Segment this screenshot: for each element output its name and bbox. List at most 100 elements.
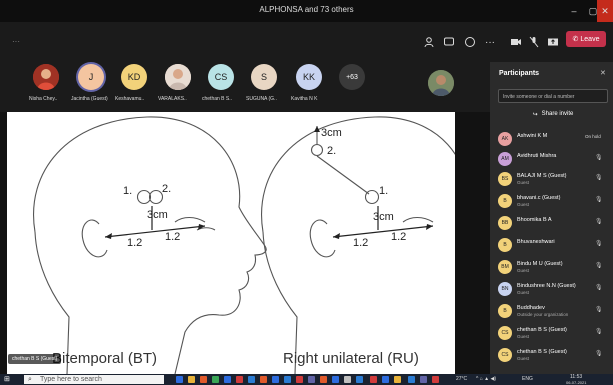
title-bar: ALPHONSA and 73 others – ▢ ✕ <box>0 0 613 22</box>
participant-avatar-photo[interactable] <box>33 64 59 90</box>
close-icon[interactable]: ✕ <box>600 69 606 77</box>
taskbar-app-icon[interactable] <box>284 376 291 383</box>
participant-avatar: BB <box>498 216 512 230</box>
participant-avatar[interactable]: CS <box>208 64 234 90</box>
participant-avatar: BS <box>498 172 512 186</box>
taskbar-app-icon[interactable] <box>420 376 427 383</box>
participant-avatar: CS <box>498 348 512 362</box>
participant-row[interactable]: B Bhuvaneshwari 🎙 <box>490 234 613 256</box>
participant-row[interactable]: AM Avidhruti Mishra 🎙 <box>490 148 613 170</box>
participant-avatar: B <box>498 238 512 252</box>
share-screen-icon[interactable] <box>545 35 561 49</box>
taskbar-app-icon[interactable] <box>344 376 351 383</box>
participant-row[interactable]: B bhavani.c (Guest) Guest 🎙 <box>490 190 613 212</box>
mic-muted-icon: 🎙 <box>595 219 603 225</box>
mic-muted-icon[interactable] <box>526 35 542 49</box>
participant-row[interactable]: AK Ashwini K M On hold <box>490 128 613 150</box>
participant-row[interactable]: BB Bhoomika B A 🎙 <box>490 212 613 234</box>
mic-muted-icon: 🎙 <box>595 175 603 181</box>
camera-icon[interactable] <box>508 35 524 49</box>
taskbar-app-icon[interactable] <box>432 376 439 383</box>
language-indicator[interactable]: ENG <box>522 376 533 382</box>
head-diagrams: 1. 2. 3cm 1.2 1.2 3cm 2. 1. 3cm 1.2 1.2 <box>33 116 455 374</box>
participant-row[interactable]: CS chethan B S (Guest) Guest 🎙 <box>490 322 613 344</box>
participants-icon[interactable] <box>421 35 437 49</box>
taskbar-app-icon[interactable] <box>272 376 279 383</box>
participant-row[interactable]: BM Bindu M U (Guest) Guest 🎙 <box>490 256 613 278</box>
participant-name: chethan B S.. <box>202 96 233 102</box>
taskbar-app-icon[interactable] <box>332 376 339 383</box>
participant-avatar-photo[interactable] <box>165 64 191 90</box>
taskbar-search-input[interactable]: ⌕ Type here to search <box>24 375 164 384</box>
mic-muted-icon: 🎙 <box>595 307 603 313</box>
taskbar-app-icon[interactable] <box>200 376 207 383</box>
participant-row[interactable]: CS chethan B S (Guest) Guest 🎙 <box>490 344 613 366</box>
right-label-top-dist: 3cm <box>321 127 342 139</box>
participant-avatar: AK <box>498 132 512 146</box>
invite-input[interactable]: Invite someone or dial a number <box>498 89 608 103</box>
clock-date[interactable]: 06-07-2021 <box>566 380 586 385</box>
participant-row[interactable]: BN Bindushree N.N (Guest) Guest 🎙 <box>490 278 613 300</box>
share-invite-label: Share invite <box>541 111 574 117</box>
caption-right-unilateral: Right unilateral (RU) <box>283 350 419 367</box>
participant-row[interactable]: B Buddhadev Outside your organization 🎙 <box>490 300 613 322</box>
taskbar-app-icon[interactable] <box>394 376 401 383</box>
presenter-name-badge: chethan B S (Guest) <box>8 354 62 364</box>
participant-name: Avidhruti Mishra <box>517 153 557 159</box>
taskbar-app-icon[interactable] <box>248 376 255 383</box>
participant-avatar: BM <box>498 260 512 274</box>
share-invite-button[interactable]: ↪ Share invite <box>498 107 608 121</box>
mic-muted-icon: 🎙 <box>595 241 603 247</box>
participant-name: chethan B S (Guest) <box>517 349 567 355</box>
participant-name: bhavani.c (Guest) <box>517 195 561 201</box>
participant-avatar: AM <box>498 152 512 166</box>
taskbar-app-icon[interactable] <box>320 376 327 383</box>
more-options-icon[interactable]: ··· <box>482 35 498 49</box>
participant-row[interactable]: BS BALAJI M S (Guest) Guest 🎙 <box>490 168 613 190</box>
share-icon: ↪ <box>532 111 538 118</box>
window-title: ALPHONSA and 73 others <box>259 5 354 14</box>
taskbar-app-icon[interactable] <box>296 376 303 383</box>
taskbar-app-icon[interactable] <box>224 376 231 383</box>
windows-start-icon[interactable]: ⊞ <box>4 376 11 383</box>
participant-name: VARALAKS.. <box>158 96 187 102</box>
participants-panel: Participants ✕ Invite someone or dial a … <box>490 62 613 374</box>
taskbar-app-icon[interactable] <box>260 376 267 383</box>
taskbar-app-icon[interactable] <box>188 376 195 383</box>
taskbar-app-icon[interactable] <box>176 376 183 383</box>
taskbar-app-icon[interactable] <box>408 376 415 383</box>
leave-button[interactable]: ✆ Leave <box>566 31 606 47</box>
participant-avatar[interactable]: S <box>251 64 277 90</box>
minimize-icon[interactable]: – <box>565 0 583 22</box>
phone-icon: ✆ <box>572 36 579 43</box>
meeting-timer-icon: ··· <box>12 36 20 46</box>
participant-avatar: CS <box>498 326 512 340</box>
participant-name: Keshavamu.. <box>115 96 145 102</box>
mic-muted-icon: 🎙 <box>595 263 603 269</box>
taskbar-app-icon[interactable] <box>356 376 363 383</box>
close-icon[interactable]: ✕ <box>597 0 613 22</box>
participant-name: Bhoomika B A <box>517 217 552 223</box>
chat-icon[interactable] <box>441 35 457 49</box>
tray-icons[interactable]: ^ ⌂ ▲ ◀) <box>476 376 496 382</box>
participant-avatar[interactable]: KD <box>121 64 147 90</box>
participant-avatar[interactable]: J <box>78 64 104 90</box>
participant-name: Kavitha N K <box>291 96 318 102</box>
participant-name: Bindu M U (Guest) <box>517 261 563 267</box>
participant-name: BALAJI M S (Guest) <box>517 173 567 179</box>
taskbar-app-icon[interactable] <box>308 376 315 383</box>
taskbar-app-icon[interactable] <box>370 376 377 383</box>
more-participants-button[interactable]: +63 <box>339 64 365 90</box>
participant-name: Ashwini K M <box>517 133 548 139</box>
participant-avatar[interactable]: KK <box>296 64 322 90</box>
reactions-icon[interactable] <box>462 35 478 49</box>
taskbar-app-icon[interactable] <box>212 376 219 383</box>
participant-avatar: B <box>498 304 512 318</box>
mic-muted-icon: 🎙 <box>595 155 603 161</box>
weather-text[interactable]: 27°C <box>456 376 467 382</box>
participant-name: Jacintha (Guest) <box>71 96 108 102</box>
taskbar-app-icon[interactable] <box>382 376 389 383</box>
taskbar-app-icon[interactable] <box>236 376 243 383</box>
right-ear <box>309 219 336 258</box>
left-label-p2: 2. <box>162 183 171 195</box>
